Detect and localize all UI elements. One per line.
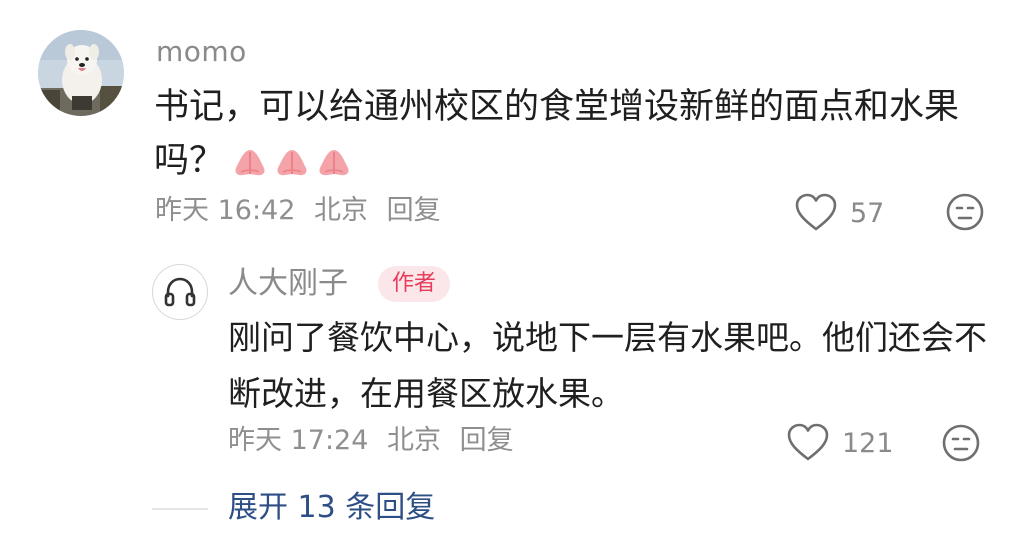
reply-username[interactable]: 人大刚子 — [228, 264, 348, 304]
comment-item: momo 书记，可以给通州校区的食堂增设新鲜的面点和水果吗？ 昨天 16:42 … — [38, 30, 998, 240]
comment-time: 昨天 16:42 — [155, 195, 296, 226]
reply-meta: 昨天 17:24 北京 回复 — [228, 423, 514, 459]
like-button[interactable]: 57 — [794, 193, 884, 233]
heart-icon — [787, 423, 829, 461]
avatar[interactable] — [152, 264, 208, 320]
author-badge: 作者 — [378, 266, 451, 302]
like-count: 57 — [850, 197, 885, 229]
reply-text: 刚问了餐饮中心，说地下一层有水果吧。他们还会不断改进，在用餐区放水果。 — [228, 318, 987, 413]
pray-hands-emoji-icon — [230, 140, 270, 194]
headphones-icon — [164, 277, 196, 307]
comment-text: 书记，可以给通州校区的食堂增设新鲜的面点和水果吗？ — [154, 80, 974, 194]
pray-hands-emoji-icon — [314, 140, 354, 194]
reply-location: 北京 — [387, 425, 441, 456]
comment-location: 北京 — [314, 195, 368, 226]
emoji-reaction-icon[interactable] — [941, 423, 981, 463]
like-button[interactable]: 121 — [786, 423, 894, 463]
divider — [152, 508, 208, 510]
heart-icon — [795, 193, 837, 231]
reply-item: 人大刚子 作者 刚问了餐饮中心，说地下一层有水果吧。他们还会不断改进，在用餐区放… — [152, 258, 998, 478]
dog-photo-avatar-image — [38, 30, 124, 116]
comment-meta: 昨天 16:42 北京 回复 — [155, 193, 441, 229]
emoji-reaction-icon[interactable] — [945, 192, 985, 232]
reply-time: 昨天 17:24 — [228, 425, 369, 456]
reply-button[interactable]: 回复 — [387, 195, 441, 226]
comment-username[interactable]: momo — [156, 34, 247, 70]
reply-button[interactable]: 回复 — [460, 425, 514, 456]
pray-hands-emoji-icon — [272, 140, 312, 194]
expand-replies-button[interactable]: 展开 13 条回复 — [228, 488, 435, 528]
like-count: 121 — [842, 427, 894, 459]
avatar[interactable] — [38, 30, 124, 116]
